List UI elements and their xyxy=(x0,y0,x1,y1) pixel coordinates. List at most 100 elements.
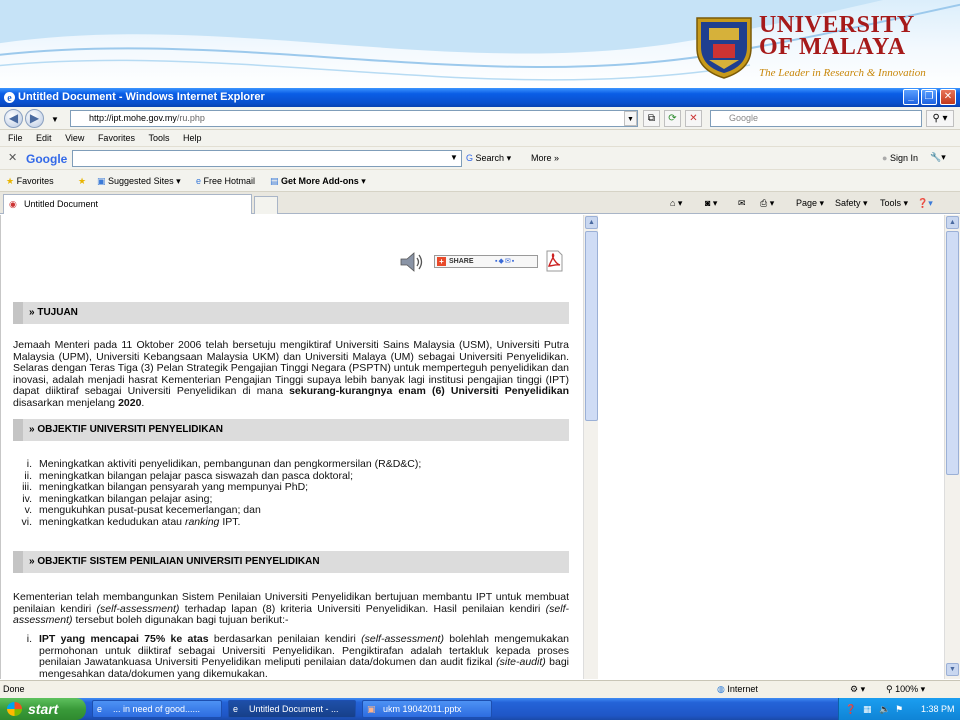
page-scrollbar[interactable]: ▲ ▼ xyxy=(944,215,960,679)
favorites-button[interactable]: ★ Favorites xyxy=(6,176,54,187)
google-dropdown-icon[interactable]: ▼ xyxy=(450,153,458,162)
menu-bar: File Edit View Favorites Tools Help xyxy=(0,130,960,147)
start-button[interactable]: start xyxy=(0,698,86,720)
frame-scroll-up-icon[interactable]: ▲ xyxy=(585,216,598,229)
share-plus-icon: + xyxy=(437,257,446,266)
forward-button[interactable]: ▶ xyxy=(25,109,44,128)
suggested-sites-icon: ▣ xyxy=(97,176,106,186)
menu-file[interactable]: File xyxy=(8,130,23,147)
system-tray: ❓ ▦ 🔈 ⚑ 1:38 PM xyxy=(838,698,960,720)
content-frame: + SHARE ▪◆✉▪ » TUJUAN Jemaah Menteri pad… xyxy=(0,215,583,679)
page-menu[interactable]: Page ▾ xyxy=(796,198,824,209)
task-button-powerpoint[interactable]: ▣ ukm 19042011.pptx xyxy=(362,700,492,718)
back-button[interactable]: ◀ xyxy=(4,109,23,128)
share-tools: + SHARE ▪◆✉▪ xyxy=(399,249,569,273)
refresh-icon[interactable]: ⟳ xyxy=(664,110,681,127)
share-services-icon: ▪◆✉▪ xyxy=(495,258,516,265)
section-header-tujuan: » TUJUAN xyxy=(13,302,569,324)
sistem-italic-1: (self-assessment) xyxy=(96,602,180,615)
history-dropdown-icon[interactable]: ▼ xyxy=(48,112,62,125)
speaker-tray-icon[interactable]: 🔈 xyxy=(879,698,890,720)
favorites-label: Favorites xyxy=(16,176,54,186)
search-go-icon[interactable]: ⚲ ▾ xyxy=(926,110,954,127)
google-logo: Google xyxy=(26,152,67,166)
university-logo: UNIVERSITY OF MALAYA The Leader in Resea… xyxy=(695,12,957,82)
task-button-ie-1[interactable]: e ... in need of good...... xyxy=(92,700,222,718)
minimize-button[interactable]: _ xyxy=(903,89,919,105)
google-search-input[interactable] xyxy=(72,150,462,167)
print-icon[interactable]: ⎙ ▾ xyxy=(760,198,774,209)
suggested-sites-button[interactable]: ▣ Suggested Sites ▾ xyxy=(97,176,181,187)
free-hotmail-link[interactable]: e Free Hotmail xyxy=(196,176,255,186)
network-tray-icon[interactable]: ▦ xyxy=(863,698,872,720)
wrench-icon[interactable]: 🔧▾ xyxy=(930,152,946,163)
page-scroll-down-icon[interactable]: ▼ xyxy=(946,663,959,676)
frame-scrollbar[interactable]: ▲ xyxy=(583,215,598,679)
google-search-button[interactable]: G Search ▾ xyxy=(466,153,511,164)
stop-icon[interactable]: ✕ xyxy=(685,110,702,127)
window-titlebar[interactable]: e Untitled Document - Windows Internet E… xyxy=(0,88,960,107)
page-scroll-up-icon[interactable]: ▲ xyxy=(946,216,959,229)
speaker-icon[interactable] xyxy=(399,251,425,273)
logo-line-2: OF MALAYA xyxy=(759,34,906,60)
zoom-control[interactable]: ⚲ 100% ▾ xyxy=(886,681,925,698)
signin-label: Sign In xyxy=(889,153,918,163)
url-input[interactable]: http://ipt.mohe.gov.my/ru.php xyxy=(70,110,638,127)
menu-view[interactable]: View xyxy=(65,130,84,147)
menu-tools[interactable]: Tools xyxy=(148,130,169,147)
clock[interactable]: 1:38 PM xyxy=(921,698,955,720)
google-signin-button[interactable]: ● Sign In xyxy=(882,153,918,163)
menu-favorites[interactable]: Favorites xyxy=(98,130,135,147)
frame-scroll-thumb[interactable] xyxy=(585,231,598,421)
compatibility-icon[interactable]: ⧉ xyxy=(643,110,660,127)
close-button[interactable]: ✕ xyxy=(940,89,956,105)
share-button[interactable]: + SHARE ▪◆✉▪ xyxy=(434,255,538,268)
flag-tray-icon[interactable]: ⚑ xyxy=(895,698,903,720)
slide-banner: UNIVERSITY OF MALAYA The Leader in Resea… xyxy=(0,0,960,88)
task-button-ie-2[interactable]: e Untitled Document - ... xyxy=(228,700,356,718)
url-dropdown-icon[interactable]: ▼ xyxy=(624,111,637,126)
page-scroll-thumb[interactable] xyxy=(946,231,959,475)
browser-search-input[interactable]: Google xyxy=(710,110,922,127)
get-addons-link[interactable]: ▤ Get More Add-ons ▾ xyxy=(270,176,366,187)
menu-help[interactable]: Help xyxy=(183,130,202,147)
mail-icon[interactable]: ✉ xyxy=(738,198,746,209)
powerpoint-icon: ▣ xyxy=(367,704,376,714)
add-favorite-icon[interactable]: ★ xyxy=(78,176,86,187)
list-item-text: Meningkatkan aktiviti penyelidikan, pemb… xyxy=(39,458,422,470)
new-tab-button[interactable] xyxy=(254,196,278,214)
security-zone: ◍ Internet xyxy=(717,681,758,698)
restore-button[interactable]: ❐ xyxy=(921,89,937,105)
tujuan-text-b: disasarkan menjelang xyxy=(13,396,119,409)
safety-menu[interactable]: Safety ▾ xyxy=(835,198,868,209)
list-item-number: i. xyxy=(26,458,32,470)
page-favicon-icon: ◉ xyxy=(9,199,17,209)
item-i-italic-2: (site-audit) xyxy=(496,656,546,669)
google-search-icon: G xyxy=(466,153,474,163)
tujuan-paragraph: Jemaah Menteri pada 11 Oktober 2006 tela… xyxy=(13,339,569,410)
help-tray-icon[interactable]: ❓ xyxy=(845,698,856,720)
list-item: vi. meningkatkan kedudukan atau ranking I… xyxy=(13,515,569,529)
menu-edit[interactable]: Edit xyxy=(36,130,52,147)
zone-label: Internet xyxy=(727,684,758,694)
help-icon[interactable]: ❓▾ xyxy=(917,198,933,209)
item-i-italic-1: (self-assessment) xyxy=(361,633,444,645)
zoom-icon: ⚲ xyxy=(886,684,893,694)
tujuan-bold-b: 2020 xyxy=(118,396,142,409)
tools-menu[interactable]: Tools ▾ xyxy=(880,198,908,209)
pdf-icon[interactable] xyxy=(543,250,565,272)
tujuan-end: . xyxy=(141,396,145,409)
protected-mode-icon[interactable]: ⚙ ▾ xyxy=(850,681,865,698)
list-item-number: i. xyxy=(26,633,32,645)
sistem-paragraph: Kementerian telah membangunkan Sistem Pe… xyxy=(13,591,569,627)
tab-untitled-document[interactable]: ◉ Untitled Document xyxy=(3,194,252,214)
home-icon[interactable]: ⌂ ▾ xyxy=(670,198,682,209)
zoom-label: 100% xyxy=(895,684,919,694)
google-more-button[interactable]: More » xyxy=(531,153,559,163)
globe-icon: ◍ xyxy=(717,684,725,694)
suggested-sites-label: Suggested Sites xyxy=(108,176,174,186)
list-item-text-italic: ranking xyxy=(184,515,220,528)
search-placeholder: Google xyxy=(729,113,759,123)
feeds-icon[interactable]: ◙ ▾ xyxy=(705,198,717,209)
toolbar-close-icon[interactable]: ✕ xyxy=(8,151,17,164)
